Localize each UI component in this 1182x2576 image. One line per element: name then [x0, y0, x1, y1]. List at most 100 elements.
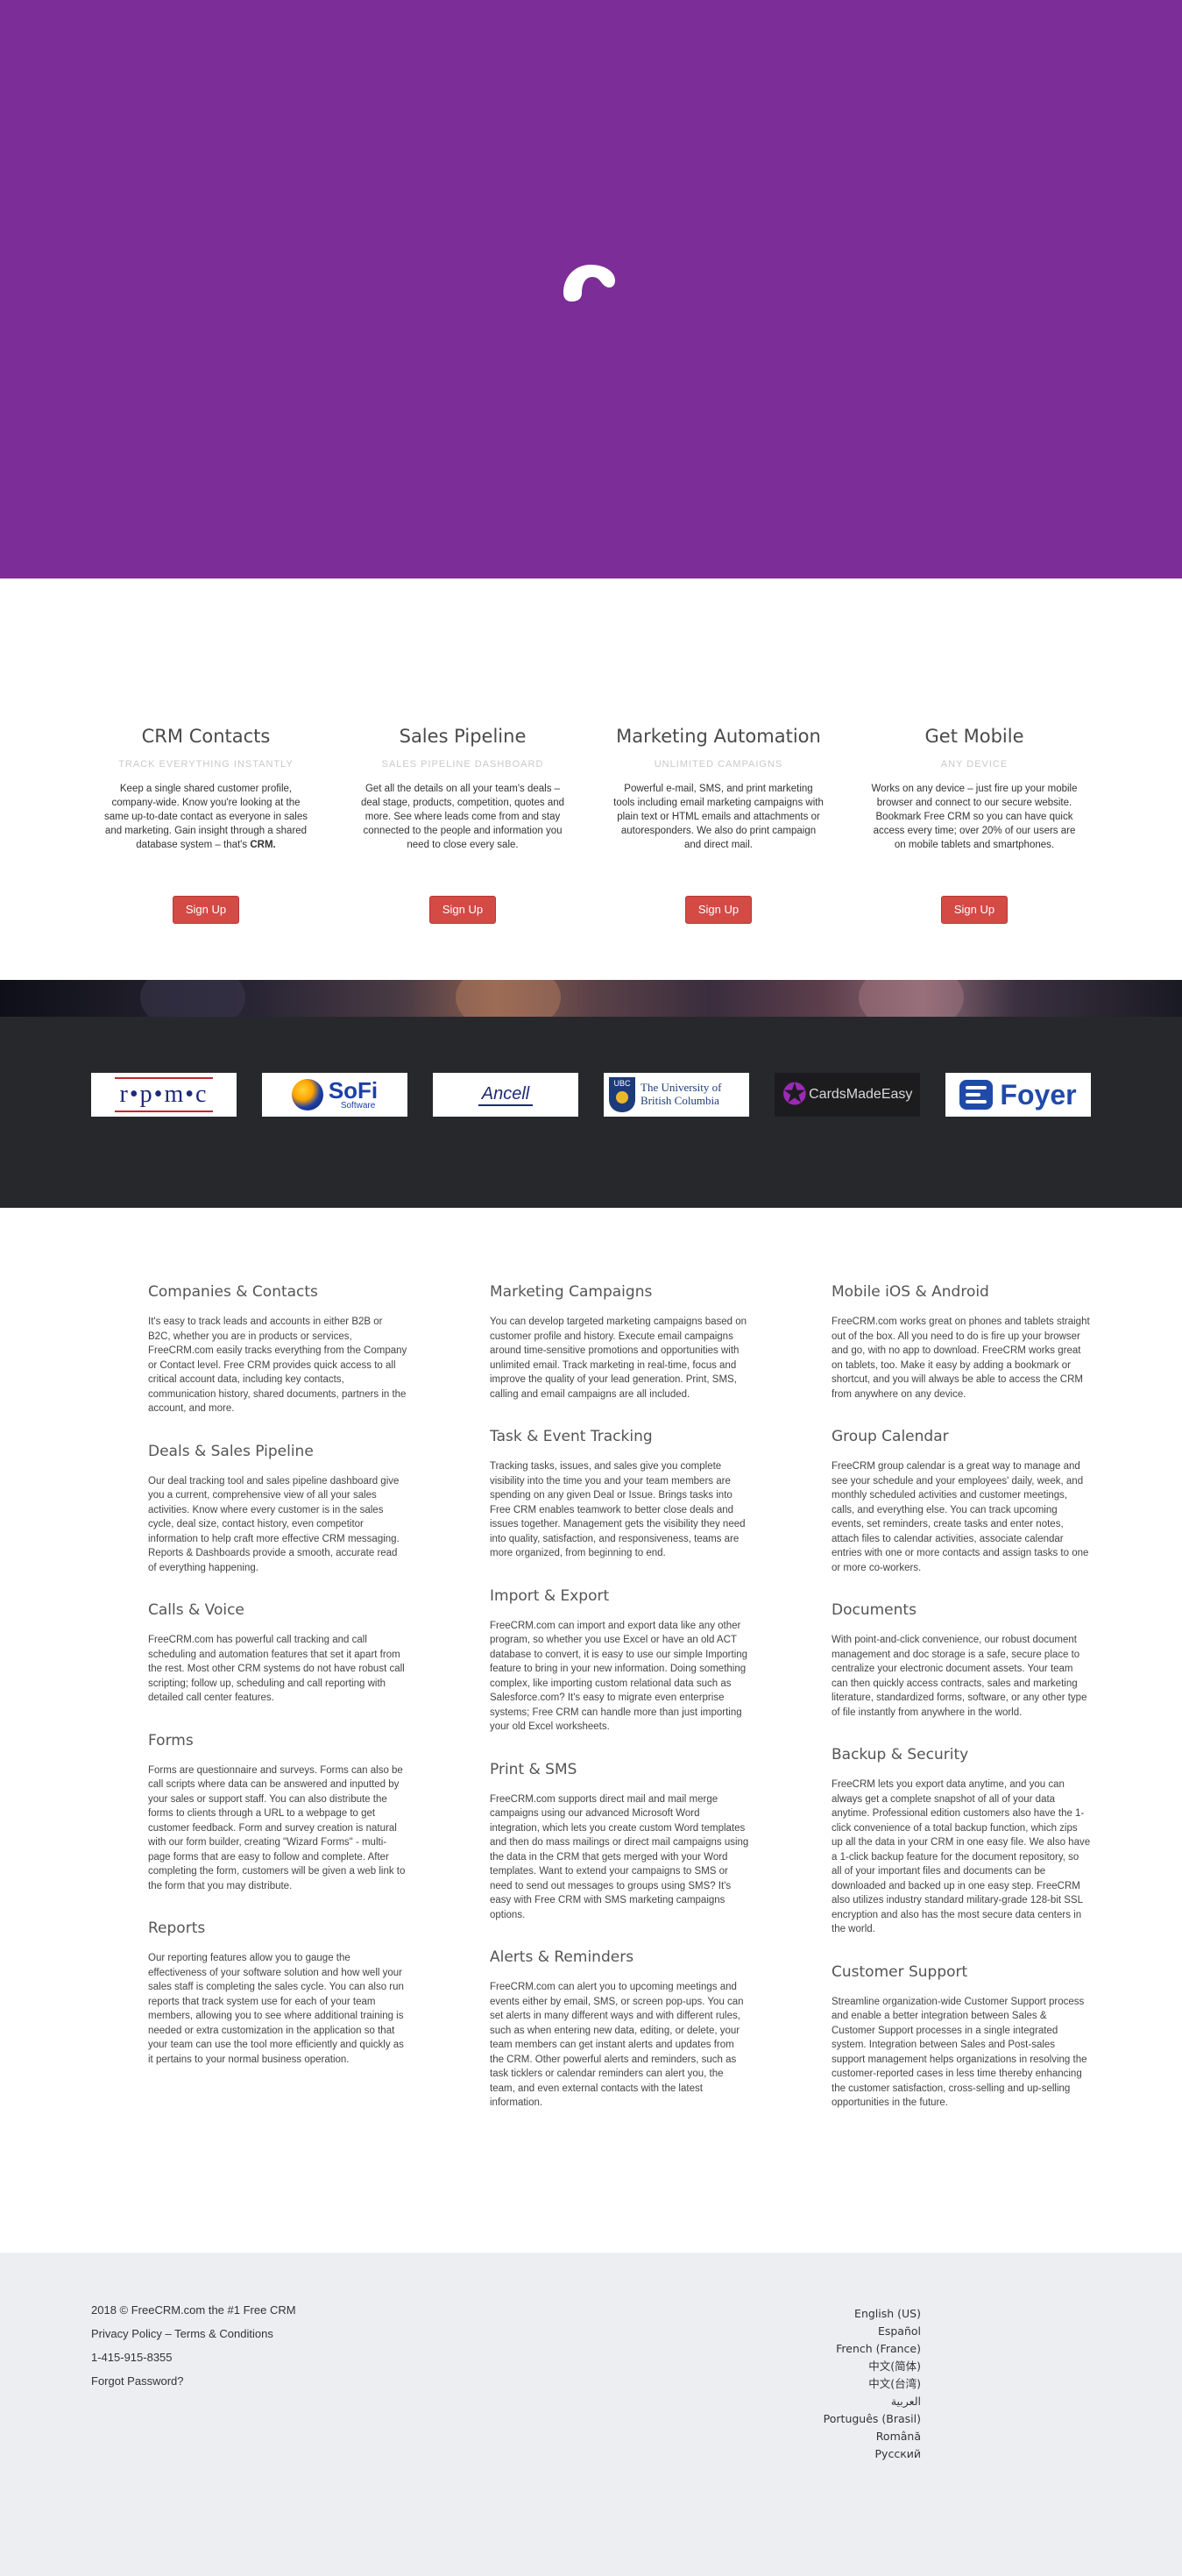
feature-text: Powerful e-mail, SMS, and print marketin…	[613, 784, 824, 850]
ropmoc-logo: r•p•m•c	[91, 1073, 237, 1117]
cardsmadeeasy-logo: ✪ CardsMadeEasy	[775, 1073, 920, 1117]
feature-text: Works on any device – just fire up your …	[871, 784, 1078, 850]
logo-text: SoFi	[328, 1077, 379, 1103]
detail-text: You can develop targeted marketing campa…	[490, 1316, 747, 1400]
foyer-mark-icon	[959, 1080, 994, 1110]
detail-title: Customer Support	[832, 1962, 968, 1981]
signup-button-marketing-automation[interactable]: Sign Up	[685, 896, 752, 924]
logo-badge: UBC	[613, 1079, 631, 1088]
detail-companies-contacts: Companies & Contacts It's easy to track l…	[148, 1283, 407, 1416]
privacy-policy-link[interactable]: Privacy Policy	[91, 2327, 162, 2340]
detail-text: Forms are questionnaire and surveys. For…	[148, 1764, 406, 1891]
detail-text: Our reporting features allow you to gaug…	[148, 1953, 404, 2065]
language-russian[interactable]: Русский	[824, 2445, 921, 2463]
language-french[interactable]: French (France)	[824, 2340, 921, 2358]
hero-banner	[0, 0, 1182, 578]
feature-text: Keep a single shared customer profile, c…	[96, 782, 315, 852]
detail-text: It's easy to track leads and accounts in…	[148, 1316, 407, 1414]
link-separator: –	[161, 2327, 175, 2340]
feature-get-mobile: Get Mobile ANY DEVICE Works on any devic…	[865, 726, 1084, 852]
logo-text: CardsMadeEasy	[809, 1087, 913, 1102]
detail-backup-security: Backup & Security FreeCRM lets you export…	[832, 1746, 1091, 1937]
detail-text: With point-and-click convenience, our ro…	[832, 1635, 1087, 1718]
detail-title: Deals & Sales Pipeline	[148, 1442, 314, 1460]
detail-task-event-tracking: Task & Event Tracking Tracking tasks, iss…	[490, 1428, 749, 1561]
feature-crm-contacts: CRM Contacts TRACK EVERYTHING INSTANTLY …	[96, 726, 315, 852]
logo-text: r•p•m•c	[114, 1077, 214, 1112]
detail-deals-pipeline: Deals & Sales Pipeline Our deal tracking …	[148, 1443, 407, 1576]
detail-title: Group Calendar	[832, 1428, 949, 1445]
detail-title: Forms	[148, 1731, 194, 1749]
detail-marketing-campaigns: Marketing Campaigns You can develop targe…	[490, 1283, 749, 1402]
detail-text: FreeCRM.com works great on phones and ta…	[832, 1316, 1090, 1400]
feature-text: Get all the details on all your team's d…	[360, 784, 565, 850]
detail-mobile: Mobile iOS & Android FreeCRM.com works gr…	[832, 1283, 1091, 1402]
detail-text: FreeCRM.com supports direct mail and mai…	[490, 1793, 749, 1920]
detail-print-sms: Print & SMS FreeCRM.com supports direct m…	[490, 1761, 749, 1923]
detail-import-export: Import & Export FreeCRM.com can import an…	[490, 1587, 749, 1735]
freecrm-swirl-logo	[563, 265, 615, 302]
logo-text: The University of	[641, 1081, 722, 1095]
footer: 2018 © FreeCRM.com the #1 Free CRM Priva…	[0, 2253, 1182, 2576]
detail-title: Print & SMS	[490, 1760, 577, 1778]
signup-button-sales-pipeline[interactable]: Sign Up	[429, 896, 496, 924]
language-list: English (US) Español French (France) 中文(…	[824, 2305, 921, 2463]
copyright-text: 2018 © FreeCRM.com the #1 Free CRM	[91, 2303, 296, 2317]
detail-documents: Documents With point-and-click convenienc…	[832, 1601, 1091, 1720]
details-column-1: Companies & Contacts It's easy to track l…	[148, 1283, 407, 2093]
signup-button-crm-contacts[interactable]: Sign Up	[173, 896, 239, 924]
feature-text-body: Keep a single shared customer profile, c…	[103, 784, 308, 850]
feature-title: Marketing Automation	[616, 726, 821, 747]
details-column-3: Mobile iOS & Android FreeCRM.com works gr…	[832, 1283, 1091, 2137]
detail-customer-support: Customer Support Streamline organization-…	[832, 1963, 1091, 2111]
detail-text: FreeCRM group calendar is a great way to…	[832, 1461, 1089, 1573]
feature-subtitle: TRACK EVERYTHING INSTANTLY	[118, 759, 294, 770]
language-portuguese-brazil[interactable]: Português (Brasil)	[824, 2410, 921, 2428]
foyer-logo: Foyer	[945, 1073, 1091, 1117]
language-chinese-simplified[interactable]: 中文(简体)	[824, 2358, 921, 2375]
logo-text: Foyer	[1000, 1078, 1077, 1111]
detail-title: Alerts & Reminders	[490, 1948, 634, 1966]
feature-text-bold: CRM.	[250, 840, 276, 850]
sofi-globe-icon	[291, 1079, 323, 1111]
ancell-logo: Ancell	[433, 1073, 578, 1117]
features-section: CRM Contacts TRACK EVERYTHING INSTANTLY …	[0, 578, 1182, 982]
detail-text: Tracking tasks, issues, and sales give y…	[490, 1461, 746, 1558]
footer-links: Privacy Policy – Terms & Conditions	[91, 2327, 296, 2341]
photo-highlight	[859, 980, 964, 1017]
feature-title: CRM Contacts	[141, 726, 271, 747]
feature-details-section: Companies & Contacts It's easy to track l…	[0, 1208, 1182, 2253]
language-spanish[interactable]: Español	[824, 2323, 921, 2340]
detail-title: Marketing Campaigns	[490, 1283, 653, 1301]
feature-subtitle: SALES PIPELINE DASHBOARD	[381, 759, 544, 770]
detail-alerts-reminders: Alerts & Reminders FreeCRM.com can alert …	[490, 1948, 749, 2111]
forgot-password-link[interactable]: Forgot Password?	[91, 2374, 296, 2388]
details-column-2: Marketing Campaigns You can develop targe…	[490, 1283, 749, 2137]
terms-link[interactable]: Terms & Conditions	[174, 2327, 273, 2340]
detail-title: Mobile iOS & Android	[832, 1283, 989, 1301]
language-chinese-taiwan[interactable]: 中文(台湾)	[824, 2375, 921, 2393]
photo-highlight	[456, 980, 561, 1017]
detail-title: Companies & Contacts	[148, 1283, 318, 1301]
detail-text: Streamline organization-wide Customer Su…	[832, 1996, 1087, 2109]
language-english-us[interactable]: English (US)	[824, 2305, 921, 2323]
detail-title: Import & Export	[490, 1586, 610, 1605]
language-romanian[interactable]: Română	[824, 2428, 921, 2445]
footer-info: 2018 © FreeCRM.com the #1 Free CRM Priva…	[91, 2303, 296, 2398]
detail-title: Documents	[832, 1601, 917, 1619]
logo-subtext: Software	[340, 1101, 376, 1111]
detail-text: FreeCRM.com has powerful call tracking a…	[148, 1635, 405, 1703]
logo-text-line2: British Columbia	[641, 1094, 719, 1107]
feature-subtitle: ANY DEVICE	[940, 759, 1009, 770]
signup-button-get-mobile[interactable]: Sign Up	[941, 896, 1008, 924]
logo-text: Ancell	[478, 1084, 534, 1106]
detail-title: Task & Event Tracking	[490, 1428, 653, 1445]
phone-number: 1-415-915-8355	[91, 2351, 173, 2364]
detail-text: FreeCRM.com can import and export data l…	[490, 1620, 748, 1733]
detail-title: Reports	[148, 1920, 206, 1937]
detail-forms: Forms Forms are questionnaire and surveys…	[148, 1732, 407, 1894]
detail-calls-voice: Calls & Voice FreeCRM.com has powerful ca…	[148, 1601, 407, 1706]
star-icon: ✪	[782, 1078, 808, 1111]
language-arabic[interactable]: العربية	[824, 2393, 921, 2410]
feature-sales-pipeline: Sales Pipeline SALES PIPELINE DASHBOARD …	[353, 726, 572, 852]
